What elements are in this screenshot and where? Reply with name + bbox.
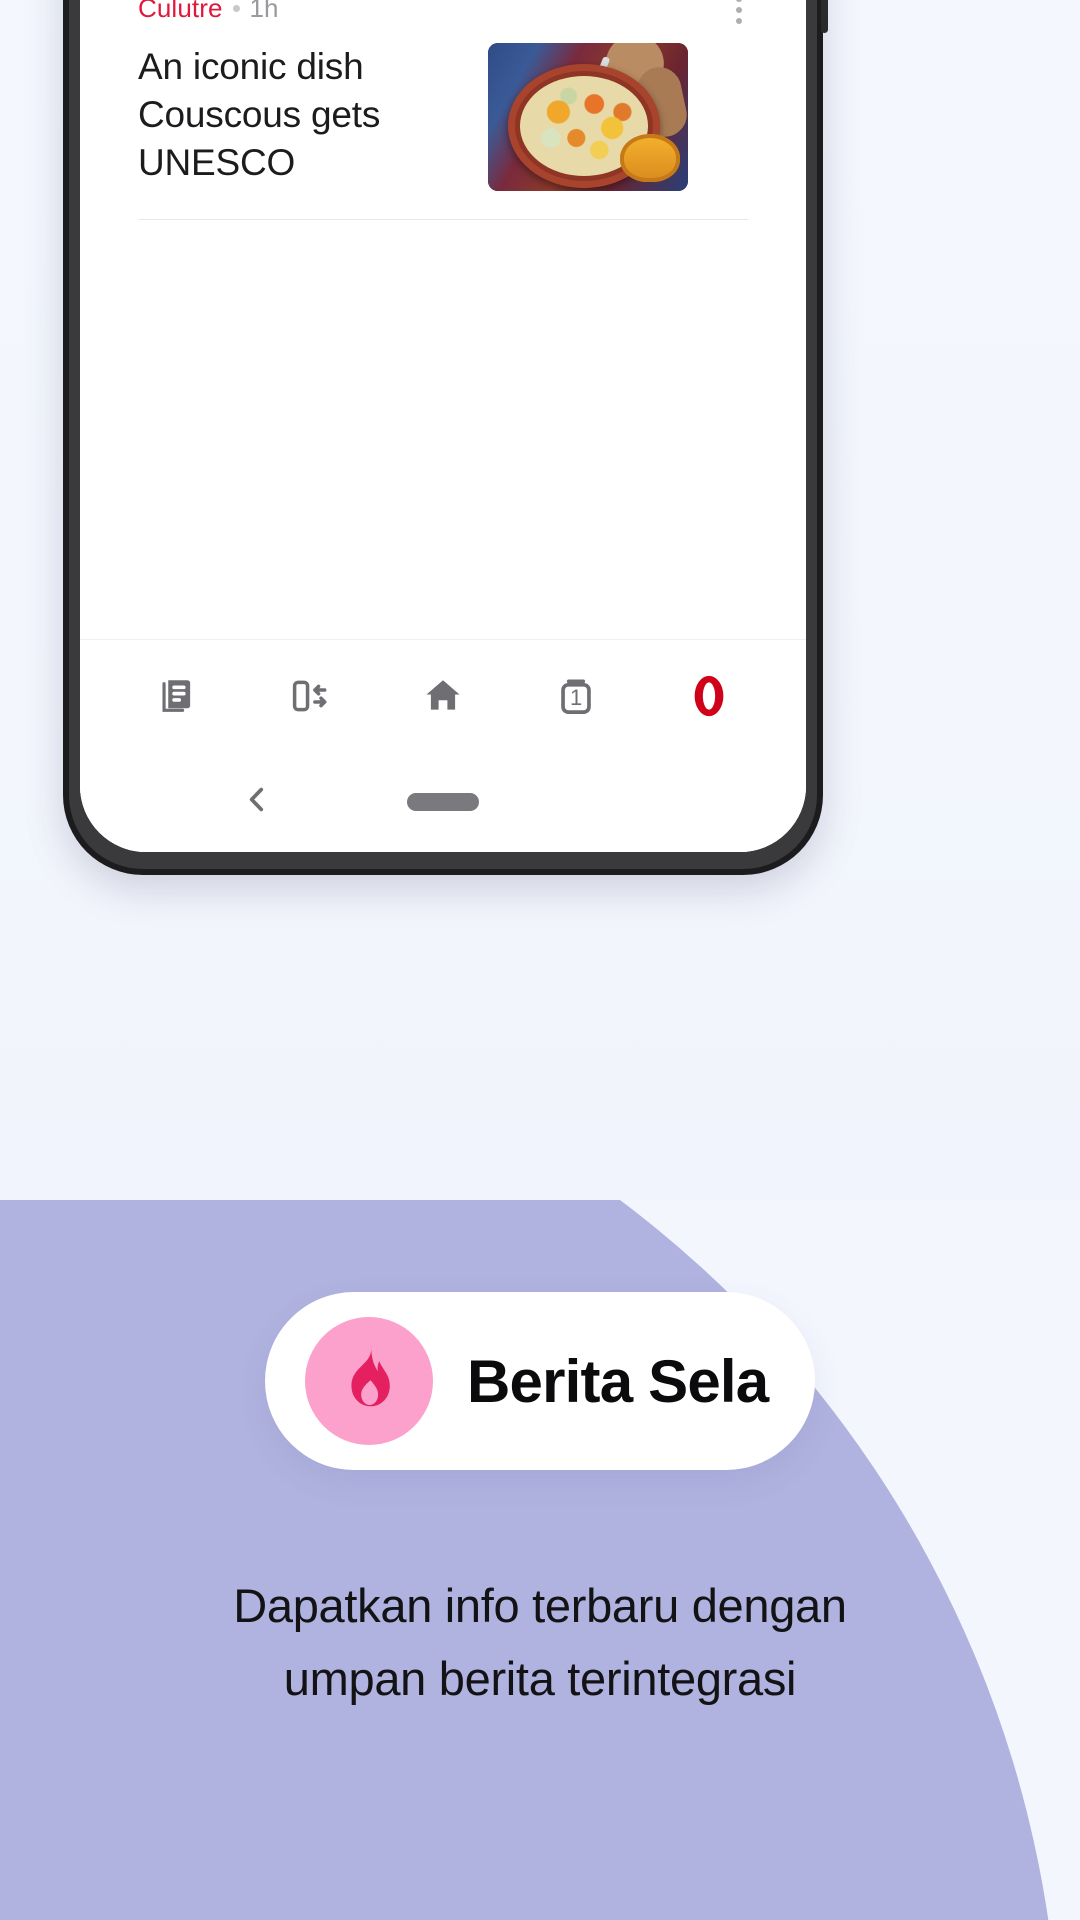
nav-item-my-flow[interactable] [273,659,347,733]
news-category-label: Culutre [138,0,223,23]
flame-icon [330,1340,408,1423]
tab-stack-icon [555,675,597,717]
meta-separator-dot [232,4,240,12]
news-thumbnail-couscous[interactable] [488,43,688,191]
news-card[interactable]: Culutre 1h An iconic dish Couscous gets … [80,0,806,191]
android-system-nav [80,752,806,852]
news-feed-icon [156,675,198,717]
nav-item-tabs[interactable]: 1 [539,659,613,733]
promo-feature-pill: Berita Sela [265,1292,815,1470]
phone-side-button [821,0,828,33]
nav-item-news-feed[interactable] [140,659,214,733]
kebab-menu-icon[interactable] [724,0,754,27]
home-pill-indicator[interactable] [407,793,479,811]
couscous-photo-art [488,43,688,191]
browser-app-screen: Sport 4h Latest English Football News & … [80,0,806,852]
phone-screen: Sport 4h Latest English Football News & … [80,0,806,852]
onboarding-screen: Sport 4h Latest English Football News & … [0,0,1080,1920]
opera-logo-icon [686,673,732,719]
promo-caption: Dapatkan info terbaru dengan umpan berit… [0,1570,1080,1716]
promo-caption-line-2: umpan berita terintegrasi [283,1651,797,1705]
browser-bottom-nav: 1 [80,640,806,752]
news-headline[interactable]: An iconic dish Couscous gets UNESCO [138,43,488,187]
flame-icon-badge [305,1317,433,1445]
news-time-label: 1h [249,0,279,23]
news-card-body: An iconic dish Couscous gets UNESCO [138,43,748,191]
promo-caption-line-1: Dapatkan info terbaru dengan [233,1579,847,1632]
promo-title: Berita Sela [467,1347,769,1415]
home-icon [421,674,465,718]
news-card-meta: Culutre 1h [138,0,748,25]
card-divider [138,219,748,220]
chevron-left-icon[interactable] [240,783,274,822]
news-feed-list[interactable]: Sport 4h Latest English Football News & … [80,0,806,639]
nav-item-home[interactable] [406,659,480,733]
my-flow-sync-icon [289,675,331,717]
nav-item-opera-menu[interactable] [672,659,746,733]
